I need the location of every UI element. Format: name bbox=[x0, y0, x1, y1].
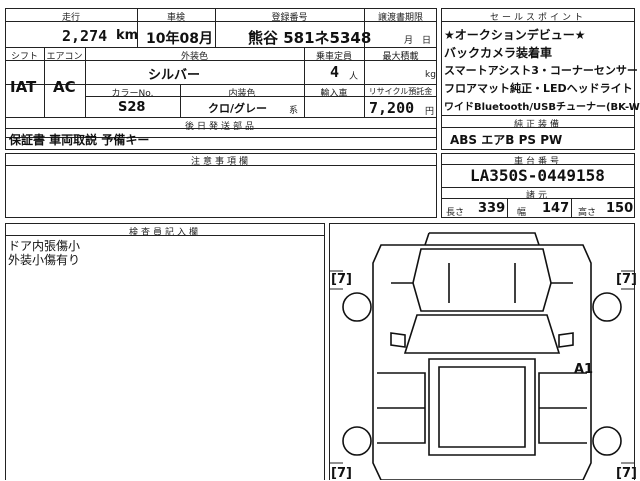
import-label: 輸入車 bbox=[320, 89, 348, 99]
height-label: 高さ bbox=[578, 208, 597, 218]
diagram-mark: [7] bbox=[331, 466, 352, 481]
car-diagram bbox=[329, 232, 635, 480]
mileage-unit: km bbox=[116, 28, 139, 43]
row-divider bbox=[5, 165, 437, 166]
max-load-unit: kg bbox=[425, 70, 436, 80]
inspection-value: 10年08月 bbox=[146, 31, 213, 47]
row-divider bbox=[5, 47, 437, 48]
equipment-value: ABS エアB PS PW bbox=[450, 133, 563, 147]
registration-label: 登録番号 bbox=[271, 13, 308, 23]
row-divider bbox=[5, 128, 437, 129]
length-value: 339 bbox=[478, 201, 506, 216]
row-divider bbox=[441, 127, 635, 128]
recycle-label: リサイクル預託金 bbox=[368, 87, 433, 96]
row-divider bbox=[441, 21, 635, 22]
mark-value: 7 bbox=[621, 272, 631, 287]
color-no-value: S28 bbox=[118, 100, 146, 115]
documents-value: 保証書 車両取説 予備キー bbox=[9, 133, 150, 147]
capacity-label: 乗車定員 bbox=[315, 52, 352, 62]
capacity-value: 4 bbox=[330, 63, 340, 81]
plate-value: 熊谷 581ネ5348 bbox=[248, 29, 372, 47]
mileage-value: 2,274 bbox=[62, 27, 108, 45]
mark-value: 7 bbox=[621, 466, 631, 481]
aircon-value: AC bbox=[53, 78, 76, 96]
col-divider bbox=[571, 198, 572, 218]
shift-value: IAT bbox=[10, 78, 37, 96]
row-divider bbox=[441, 164, 635, 165]
chassis-value: LA350S-0449158 bbox=[470, 166, 605, 185]
interior-suffix: 系 bbox=[289, 106, 299, 116]
color-no-label: カラーNo. bbox=[111, 89, 154, 99]
top-edge bbox=[0, 0, 640, 3]
recycle-value: 7,200 bbox=[369, 99, 415, 117]
interior-label: 内装色 bbox=[228, 89, 256, 99]
shift-label: シフト bbox=[10, 52, 38, 62]
transfer-deadline-label: 譲渡書期限 bbox=[377, 13, 423, 23]
exterior-value: シルバー bbox=[148, 68, 201, 83]
exterior-label: 外装色 bbox=[180, 52, 208, 62]
sales-point-item: バックカメラ装着車 bbox=[444, 46, 553, 60]
diagram-mark: [7] bbox=[616, 466, 637, 481]
row-divider bbox=[5, 235, 325, 236]
sales-point-item: フロアマット純正・LEDヘッドライト bbox=[444, 82, 633, 95]
interior-value: クロ/グレー bbox=[208, 102, 268, 115]
equipment-label: 純正装備 bbox=[513, 120, 562, 130]
capacity-unit: 人 bbox=[349, 72, 359, 82]
sales-point-item: スマートアシスト3・コーナーセンサー bbox=[444, 64, 638, 77]
row-divider bbox=[270, 84, 437, 85]
damage-code: A1 bbox=[574, 362, 594, 377]
sales-point-item: ★オークションデビュー★ bbox=[444, 28, 586, 42]
diagram-mark: [7] bbox=[331, 272, 352, 287]
row-divider bbox=[441, 198, 635, 199]
aircon-label: エアコン bbox=[46, 52, 83, 62]
inspection-label: 車検 bbox=[166, 13, 185, 23]
sales-point-item: ワイドBluetooth/USBチューナー(BK-W75D) bbox=[444, 102, 640, 113]
width-label: 幅 bbox=[517, 208, 527, 218]
length-label: 長さ bbox=[446, 208, 465, 218]
mark-value: 7 bbox=[336, 272, 346, 287]
recycle-unit: 円 bbox=[425, 107, 435, 117]
row-divider bbox=[5, 117, 437, 118]
width-value: 147 bbox=[542, 201, 570, 216]
transfer-deadline-value: 月 日 bbox=[403, 36, 431, 46]
mark-value: 7 bbox=[336, 466, 346, 481]
mileage-label: 走行 bbox=[61, 13, 80, 23]
height-value: 150 bbox=[606, 201, 634, 216]
dimensions-label: 諸元 bbox=[525, 191, 550, 201]
col-divider bbox=[507, 198, 508, 218]
inspector-note: 外装小傷有り bbox=[8, 253, 81, 267]
diagram-mark: [7] bbox=[616, 272, 637, 287]
max-load-label: 最大積載 bbox=[382, 52, 419, 62]
auction-sheet: 走行 車検 登録番号 譲渡書期限 2,274 km 10年08月 熊谷 581ネ… bbox=[0, 0, 640, 481]
